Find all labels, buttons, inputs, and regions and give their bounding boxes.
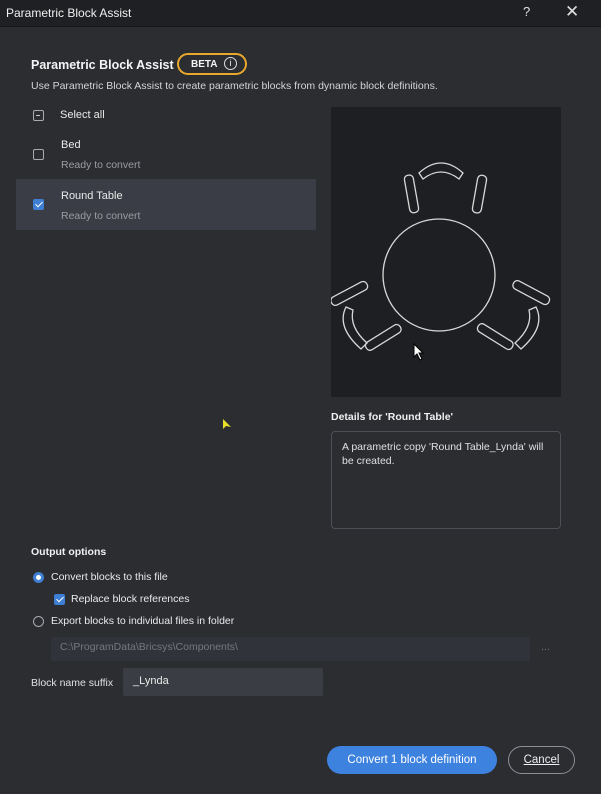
convert-button[interactable]: Convert 1 block definition bbox=[327, 746, 497, 774]
folder-path-field[interactable]: C:\ProgramData\Bricsys\Components\ bbox=[51, 637, 530, 661]
replace-references-checkbox[interactable] bbox=[54, 594, 65, 605]
info-icon[interactable]: i bbox=[224, 57, 237, 70]
details-box: A parametric copy 'Round Table_Lynda' wi… bbox=[331, 431, 561, 529]
select-all-label: Select all bbox=[60, 109, 105, 121]
chair-arm-right-lower bbox=[476, 323, 514, 351]
bed-name: Bed bbox=[61, 139, 81, 151]
export-to-folder-radio[interactable] bbox=[33, 616, 44, 627]
cursor-highlight-icon bbox=[223, 419, 231, 429]
window-title: Parametric Block Assist bbox=[6, 6, 132, 20]
export-to-folder-label[interactable]: Export blocks to individual files in fol… bbox=[51, 615, 234, 627]
list-item-round-table[interactable]: Round Table Ready to convert bbox=[16, 179, 316, 230]
chair-back-top bbox=[418, 162, 464, 180]
table-top-shape bbox=[382, 218, 496, 332]
convert-to-file-radio[interactable] bbox=[33, 572, 44, 583]
bed-checkbox[interactable] bbox=[33, 149, 44, 160]
chair-arm-right-upper bbox=[512, 279, 551, 306]
details-title: Details for 'Round Table' bbox=[331, 411, 454, 423]
close-button[interactable]: ✕ bbox=[565, 2, 579, 22]
round-table-checkbox[interactable] bbox=[33, 199, 44, 210]
block-preview bbox=[330, 107, 561, 397]
dialog-heading: Parametric Block Assist bbox=[31, 58, 174, 72]
list-item-bed[interactable]: Bed Ready to convert bbox=[16, 130, 316, 181]
output-options-title: Output options bbox=[31, 546, 107, 558]
bed-status: Ready to convert bbox=[61, 159, 141, 171]
chair-back-right bbox=[514, 306, 540, 350]
block-name-suffix-input[interactable]: _Lynda bbox=[123, 668, 323, 696]
block-name-suffix-label: Block name suffix bbox=[31, 677, 114, 689]
select-all-row[interactable]: Select all bbox=[16, 103, 316, 129]
round-table-drawing bbox=[330, 162, 551, 351]
chair-arm-top-right bbox=[471, 174, 488, 214]
beta-badge: BETA i bbox=[177, 53, 247, 75]
replace-references-label[interactable]: Replace block references bbox=[71, 593, 189, 605]
round-table-name: Round Table bbox=[61, 190, 123, 202]
cancel-button[interactable]: Cancel bbox=[508, 746, 575, 774]
title-bar: Parametric Block Assist ? ✕ bbox=[0, 0, 601, 27]
beta-label: BETA bbox=[191, 59, 218, 70]
chair-arm-top-left bbox=[403, 174, 420, 214]
browse-button[interactable]: ... bbox=[541, 641, 550, 653]
chair-arm-left-upper bbox=[330, 280, 369, 307]
help-button[interactable]: ? bbox=[523, 4, 530, 19]
chair-back-left bbox=[342, 306, 368, 350]
round-table-status: Ready to convert bbox=[61, 210, 141, 222]
chair-arm-left-lower bbox=[364, 323, 402, 351]
mouse-cursor-icon bbox=[413, 343, 425, 361]
dialog-subtitle: Use Parametric Block Assist to create pa… bbox=[31, 80, 438, 92]
convert-to-file-label[interactable]: Convert blocks to this file bbox=[51, 571, 168, 583]
select-all-checkbox[interactable] bbox=[33, 110, 44, 121]
